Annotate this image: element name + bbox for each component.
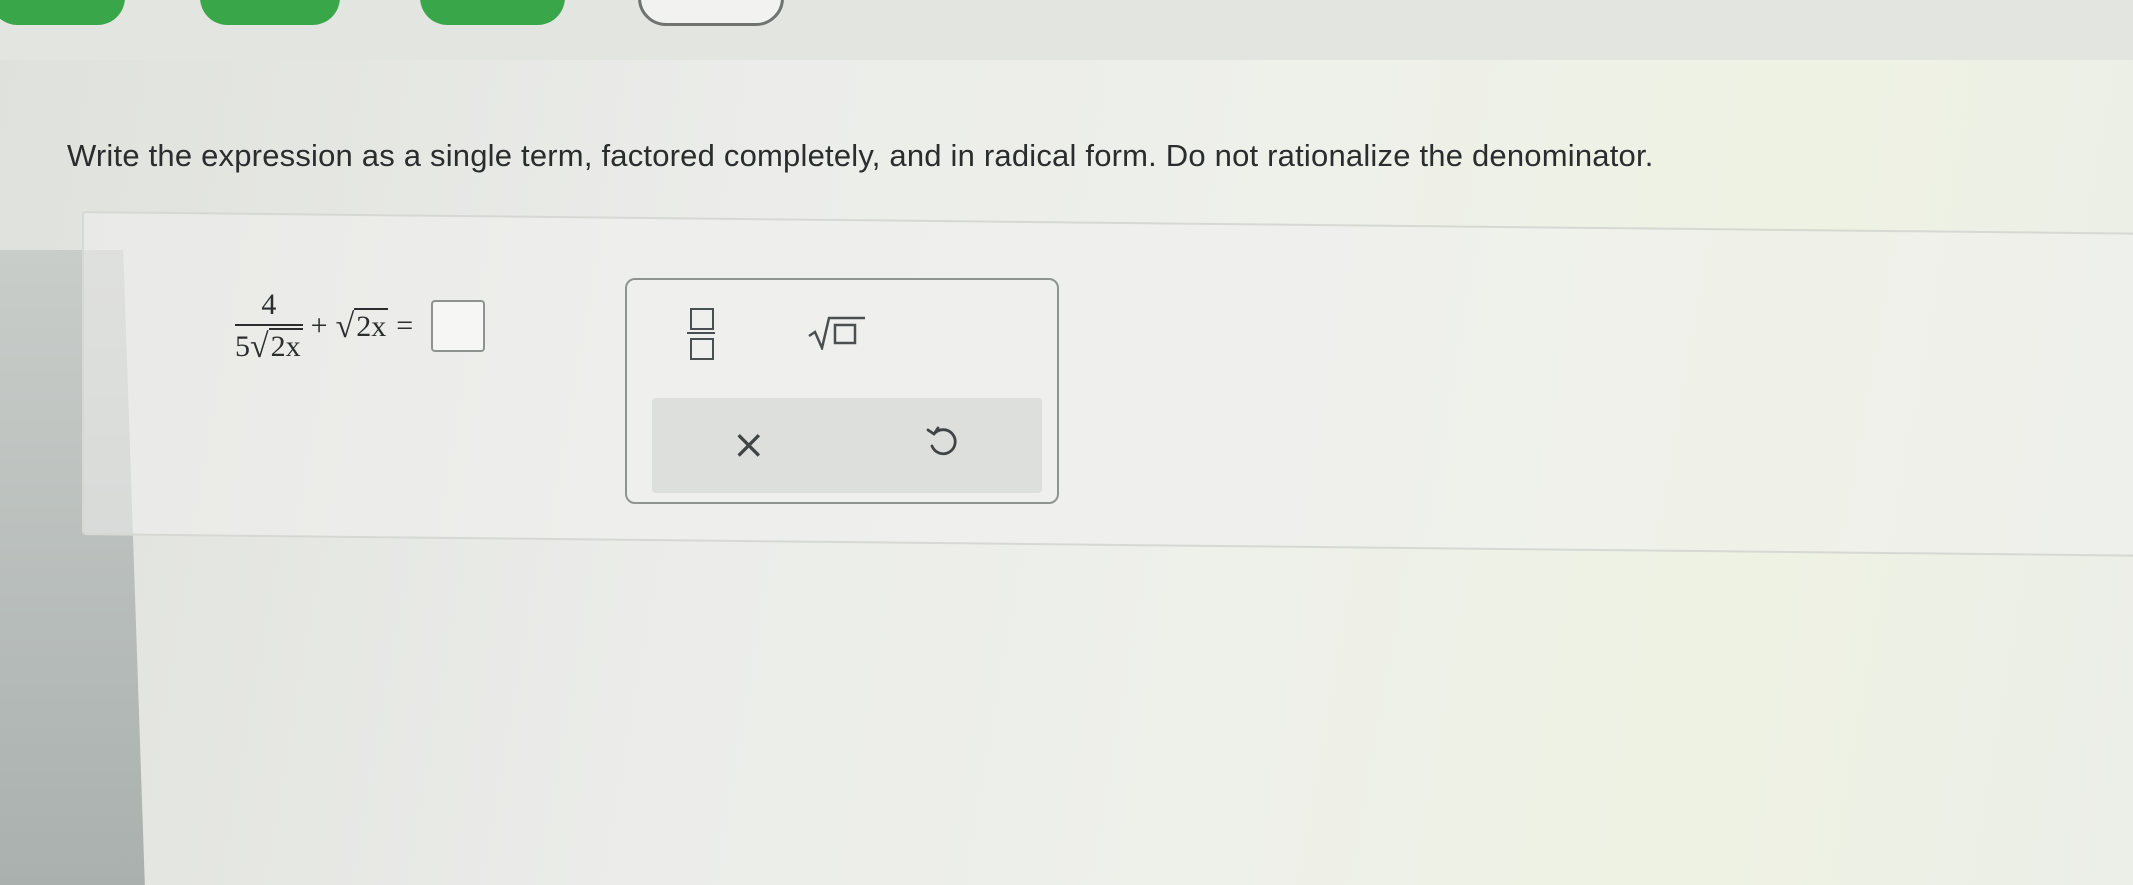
- fraction-numerator: 4: [261, 288, 277, 321]
- toolbox-footer: ×: [652, 398, 1042, 493]
- math-expression: 4 5 √ 2x + √ 2x =: [235, 288, 486, 364]
- fraction-denominator: 5 √ 2x: [235, 326, 303, 364]
- page: Write the expression as a single term, f…: [0, 0, 2133, 885]
- clear-icon[interactable]: ×: [732, 422, 766, 468]
- top-tab-3[interactable]: [420, 0, 565, 25]
- answer-panel: [82, 211, 2133, 557]
- denominator-coefficient: 5: [235, 330, 250, 363]
- undo-svg: [926, 426, 957, 456]
- fraction: 4 5 √ 2x: [235, 288, 303, 364]
- top-tab-4[interactable]: [638, 0, 784, 26]
- denominator-radical: √ 2x: [250, 328, 303, 364]
- second-term-radical: √ 2x: [336, 308, 389, 344]
- question-instruction: Write the expression as a single term, f…: [67, 138, 1654, 173]
- square-root-svg: [808, 316, 865, 352]
- fraction-icon[interactable]: [687, 308, 715, 366]
- denominator-radicand: 2x: [268, 328, 303, 363]
- numerator-box: [690, 308, 714, 330]
- top-tab-2[interactable]: [200, 0, 340, 25]
- plus-operator: +: [310, 309, 328, 342]
- top-strip: [0, 0, 2133, 60]
- radical-sign: √: [335, 308, 355, 345]
- top-tab-1[interactable]: [0, 0, 125, 25]
- square-root-icon[interactable]: [807, 316, 867, 352]
- equals-sign: =: [396, 309, 414, 342]
- undo-icon[interactable]: [924, 424, 960, 460]
- second-term-radicand: 2x: [354, 308, 389, 343]
- denominator-box: [690, 338, 714, 360]
- math-toolbox: ×: [625, 278, 1059, 504]
- radical-sign: √: [250, 328, 269, 365]
- answer-input[interactable]: [431, 300, 486, 352]
- fraction-line: [687, 332, 715, 334]
